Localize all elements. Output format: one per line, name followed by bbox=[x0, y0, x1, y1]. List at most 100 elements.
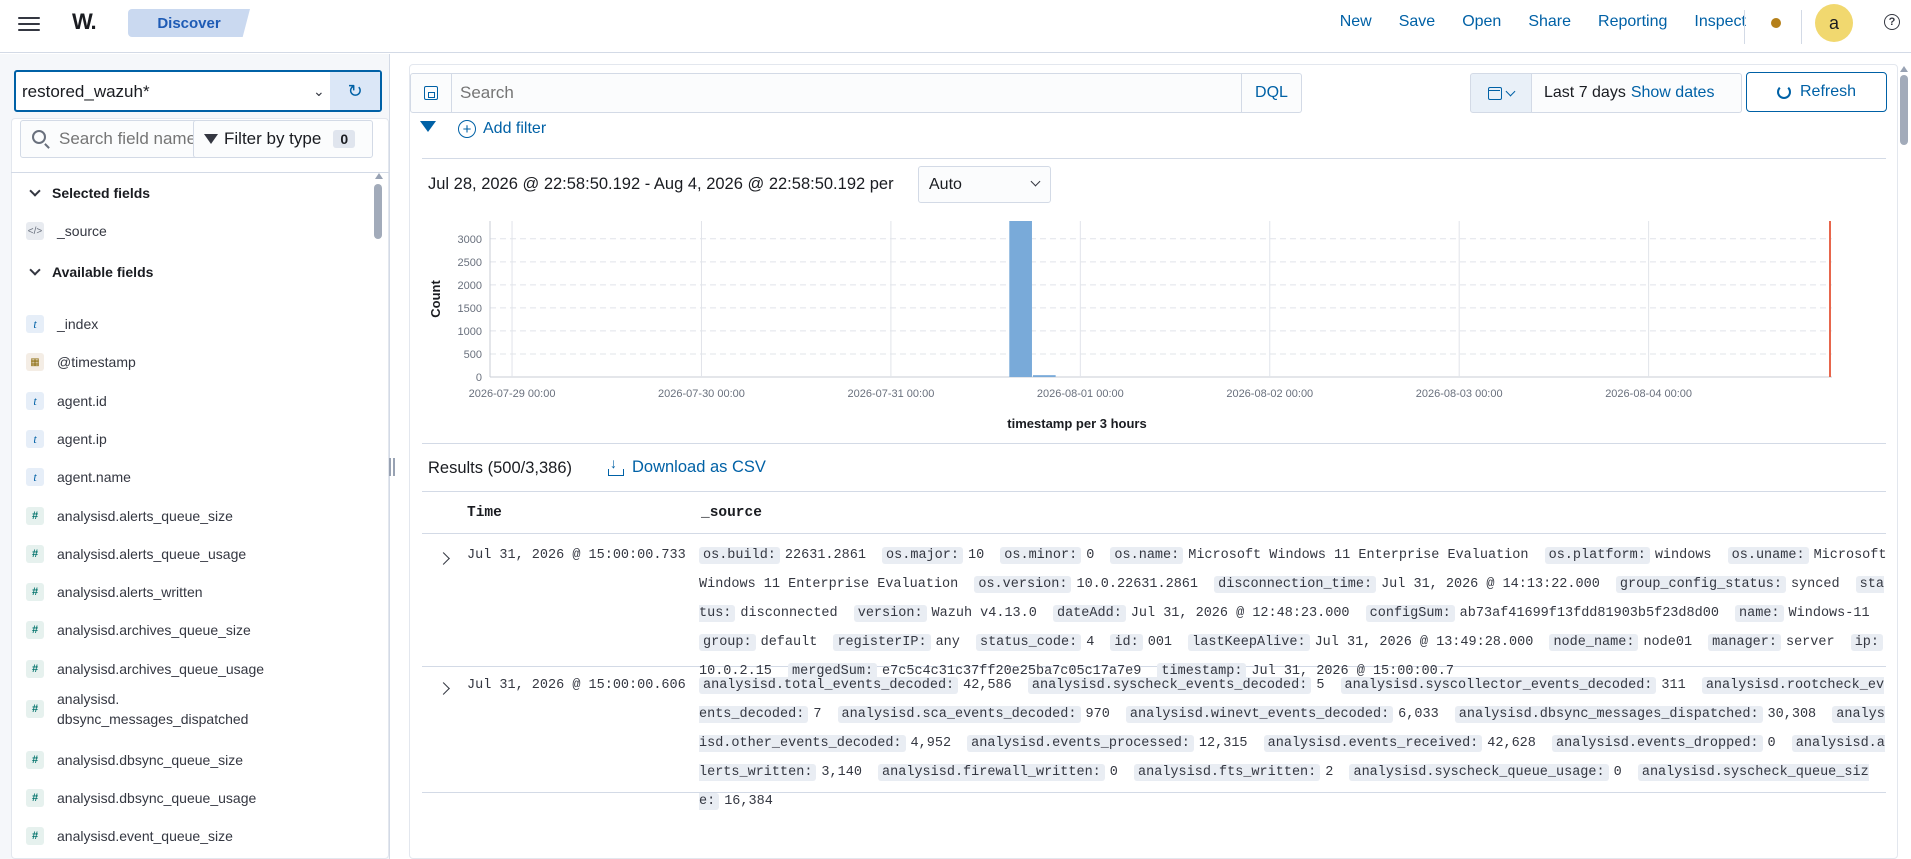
download-csv-button[interactable]: Download as CSV bbox=[608, 455, 766, 477]
query-input[interactable] bbox=[460, 83, 1160, 103]
field-search-input[interactable] bbox=[59, 129, 197, 149]
field-search-box[interactable] bbox=[20, 120, 199, 158]
field-item[interactable]: # analysisd.alerts_queue_size bbox=[26, 507, 233, 525]
source-field-value: 0 bbox=[1086, 548, 1095, 563]
field-item[interactable]: t _index bbox=[26, 315, 98, 333]
breadcrumb-discover[interactable]: Discover bbox=[128, 9, 250, 37]
field-item[interactable]: # analysisd.dbsync_queue_usage bbox=[26, 789, 256, 807]
field-item[interactable]: t agent.name bbox=[26, 468, 131, 486]
expand-row-icon[interactable] bbox=[437, 682, 450, 695]
table-row: Jul 31, 2026 @ 15:00:00.606 analysisd.tot… bbox=[422, 668, 1886, 810]
logo-text: W. bbox=[72, 9, 97, 34]
panel-resize-handle[interactable] bbox=[389, 458, 395, 476]
source-field-key: analysisd.events_dropped: bbox=[1552, 735, 1763, 752]
source-field-value: disconnected bbox=[740, 606, 838, 621]
number-field-icon: # bbox=[26, 507, 44, 525]
refresh-button[interactable]: Refresh bbox=[1746, 72, 1887, 112]
source-field-key: analysisd.events_processed: bbox=[967, 735, 1194, 752]
field-item[interactable]: # analysisd.archives_queue_size bbox=[26, 621, 251, 639]
refresh-icon bbox=[1776, 85, 1791, 99]
quick-date-menu-button[interactable] bbox=[1470, 73, 1532, 113]
source-field-value: 4 bbox=[1086, 635, 1095, 650]
show-dates-link[interactable]: Show dates bbox=[1631, 84, 1715, 102]
scroll-up-icon[interactable] bbox=[1900, 66, 1908, 72]
open-link[interactable]: Open bbox=[1462, 13, 1501, 31]
date-range-display[interactable]: Last 7 days Show dates bbox=[1532, 73, 1742, 113]
chevron-down-icon[interactable]: ⌄ bbox=[313, 83, 325, 100]
field-name: analysisd.archives_queue_size bbox=[57, 622, 251, 638]
status-dot-icon[interactable] bbox=[1771, 18, 1781, 28]
string-field-icon: t bbox=[26, 430, 44, 448]
source-field-value: 7 bbox=[813, 707, 822, 722]
divider bbox=[422, 491, 1886, 492]
dql-toggle-button[interactable]: DQL bbox=[1242, 73, 1302, 113]
source-field-value: any bbox=[935, 635, 960, 650]
source-field-value: Jul 31, 2026 @ 13:49:28.000 bbox=[1314, 635, 1534, 650]
field-item[interactable]: # analysisd.event_queue_size bbox=[26, 827, 233, 845]
inspect-link[interactable]: Inspect bbox=[1694, 13, 1746, 31]
source-field-key: group: bbox=[699, 634, 756, 651]
filter-by-type-button[interactable]: Filter by type 0 bbox=[193, 120, 373, 158]
chevron-down-icon bbox=[29, 185, 41, 197]
source-field-key: os.major: bbox=[882, 547, 963, 564]
scroll-up-icon[interactable] bbox=[375, 173, 383, 179]
source-field-value: 311 bbox=[1661, 678, 1686, 693]
y-axis-ticks: 0 500 1000 1500 2000 2500 3000 bbox=[458, 234, 482, 384]
save-link[interactable]: Save bbox=[1399, 13, 1435, 31]
refresh-index-button[interactable]: ↻ bbox=[330, 72, 380, 110]
field-name: analysisd.alerts_queue_size bbox=[57, 508, 233, 524]
field-item[interactable]: # analysisd.dbsync_queue_size bbox=[26, 751, 243, 769]
source-field-key: manager: bbox=[1708, 634, 1781, 651]
column-header-time[interactable]: Time bbox=[467, 505, 502, 521]
selected-fields-toggle[interactable]: Selected fields bbox=[29, 185, 150, 201]
field-item[interactable]: t agent.id bbox=[26, 392, 107, 410]
number-field-icon: # bbox=[26, 751, 44, 769]
field-item[interactable]: # analysisd.archives_queue_usage bbox=[26, 660, 264, 678]
field-item[interactable]: # analysisd.alerts_queue_usage bbox=[26, 545, 246, 563]
source-field-key: lastKeepAlive: bbox=[1188, 634, 1310, 651]
calendar-icon bbox=[1488, 86, 1502, 100]
date-field-icon: ▦ bbox=[26, 353, 44, 371]
histogram-bar[interactable] bbox=[1032, 375, 1056, 377]
main-scrollbar[interactable] bbox=[1900, 75, 1908, 145]
new-link[interactable]: New bbox=[1340, 13, 1372, 31]
number-field-icon: # bbox=[26, 621, 44, 639]
x-tick-label: 2026-07-30 00:00 bbox=[658, 388, 745, 400]
source-field-key: group_config_status: bbox=[1615, 576, 1786, 593]
filter-options-icon[interactable] bbox=[420, 121, 436, 132]
y-tick-label: 3000 bbox=[458, 234, 482, 246]
expand-row-icon[interactable] bbox=[437, 552, 450, 565]
user-avatar[interactable]: a bbox=[1815, 4, 1853, 42]
reporting-link[interactable]: Reporting bbox=[1598, 13, 1667, 31]
source-field-value: 5 bbox=[1316, 678, 1325, 693]
interval-select[interactable]: Auto bbox=[918, 166, 1051, 203]
x-tick-label: 2026-08-01 00:00 bbox=[1037, 388, 1124, 400]
field-item[interactable]: # analysisd.alerts_written bbox=[26, 583, 203, 601]
field-item[interactable]: ▦ @timestamp bbox=[26, 353, 136, 371]
x-tick-label: 2026-07-29 00:00 bbox=[469, 388, 556, 400]
top-header: W. Discover New Save Open Share Reportin… bbox=[0, 0, 1911, 53]
column-header-source[interactable]: _source bbox=[701, 505, 762, 521]
sidebar-scrollbar[interactable] bbox=[374, 184, 382, 239]
source-field-key: node_name: bbox=[1549, 634, 1639, 651]
saved-query-button[interactable] bbox=[410, 73, 452, 113]
field-item[interactable]: t agent.ip bbox=[26, 430, 107, 448]
histogram-bar[interactable] bbox=[1009, 221, 1032, 377]
share-link[interactable]: Share bbox=[1528, 13, 1571, 31]
add-filter-button[interactable]: + Add filter bbox=[458, 120, 546, 138]
help-icon[interactable]: ? bbox=[1884, 14, 1900, 30]
field-item-source[interactable]: </> _source bbox=[26, 222, 107, 240]
row-source: analysisd.total_events_decoded: 42,586 an… bbox=[699, 671, 1891, 816]
menu-icon[interactable] bbox=[18, 14, 40, 32]
query-search-box[interactable] bbox=[452, 73, 1242, 113]
wazuh-logo[interactable]: W. bbox=[72, 9, 97, 35]
available-fields-toggle[interactable]: Available fields bbox=[29, 264, 153, 280]
source-field-key: id: bbox=[1110, 634, 1143, 651]
refresh-label: Refresh bbox=[1799, 83, 1857, 100]
field-name: agent.id bbox=[57, 393, 107, 409]
source-field-value: windows bbox=[1654, 548, 1712, 563]
string-field-icon: t bbox=[26, 392, 44, 410]
field-name: analysisd.event_queue_size bbox=[57, 828, 233, 844]
field-item[interactable]: # analysisd. dbsync_messages_dispatched bbox=[26, 689, 248, 729]
index-pattern-select[interactable]: restored_wazuh* ⌄ ↻ bbox=[14, 70, 382, 112]
